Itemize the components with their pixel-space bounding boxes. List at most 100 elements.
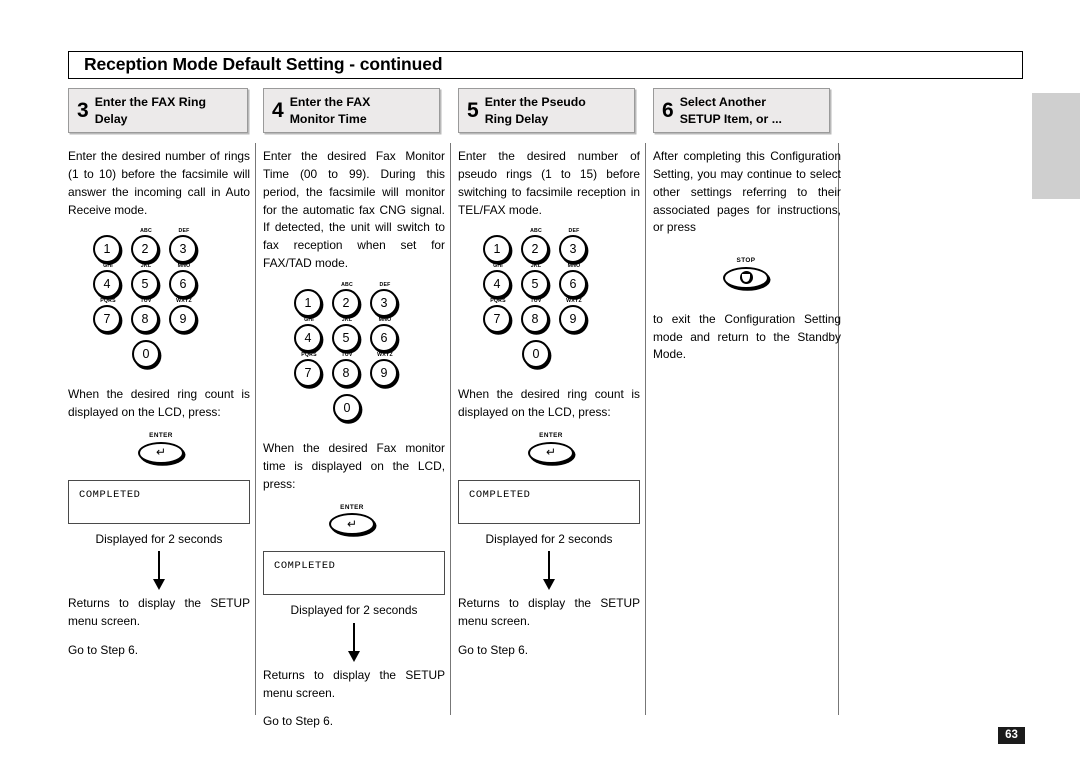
keypad-digit: 6 — [370, 324, 398, 353]
keypad-letters: JKL — [530, 263, 542, 270]
step-number-4: 4 — [272, 98, 284, 122]
step-title-4-line1: Enter the FAX — [289, 95, 371, 110]
step-title-4-line2: Monitor Time — [289, 111, 367, 126]
keypad-key-7[interactable]: PQRS 7 — [92, 299, 124, 334]
keypad-key-8[interactable]: TUV 8 — [130, 299, 162, 334]
keypad-digit: 4 — [93, 270, 121, 299]
keypad-digit: 0 — [333, 394, 361, 423]
enter-button[interactable]: ENTER ↵ — [528, 432, 574, 464]
section-edge-tab — [1032, 93, 1080, 199]
enter-button-label: ENTER — [340, 503, 364, 511]
step-6-column: After completing this Configuration Sett… — [653, 148, 841, 375]
flow-down-arrow-icon — [458, 551, 640, 593]
keypad-key-3[interactable]: DEF 3 — [558, 229, 590, 264]
keypad-digit: 3 — [559, 235, 587, 264]
keypad-digit: 0 — [132, 340, 160, 369]
keypad-letters: DEF — [379, 282, 391, 289]
keypad-key-1[interactable]: 1 — [92, 230, 124, 264]
stop-button-body — [723, 266, 769, 289]
page-title-banner: Reception Mode Default Setting - continu… — [68, 51, 1023, 79]
keypad-digit: 2 — [131, 235, 159, 264]
keypad-key-1[interactable]: 1 — [293, 284, 325, 318]
lcd-text: COMPLETED — [79, 488, 141, 501]
keypad-digit: 4 — [294, 324, 322, 353]
keypad-digit: 4 — [483, 270, 511, 299]
enter-return-arrow-icon: ↵ — [545, 445, 557, 460]
keypad-letters: MNO — [567, 263, 581, 270]
enter-button[interactable]: ENTER ↵ — [329, 503, 375, 535]
step-title-6-line2: SETUP Item, or ... — [679, 111, 782, 126]
step-5-goto-text: Go to Step 6. — [458, 642, 529, 657]
step-6-outro-text: to exit the Configuration Setting mode a… — [653, 311, 841, 362]
keypad-row: 0 — [293, 389, 403, 423]
keypad-key-9[interactable]: WXYZ 9 — [168, 299, 200, 334]
keypad-key-6[interactable]: MNO 6 — [168, 264, 200, 299]
keypad-row: 1 ABC 2 DEF 3 — [482, 228, 592, 264]
keypad-key-6[interactable]: MNO 6 — [558, 263, 590, 299]
flow-down-arrow-icon — [68, 551, 250, 593]
keypad-key-5[interactable]: JKL 5 — [520, 263, 552, 299]
keypad-digit: 5 — [521, 270, 549, 299]
keypad-letters: JKL — [341, 317, 353, 324]
keypad-key-8[interactable]: TUV 8 — [331, 352, 363, 388]
keypad-row: GHI 4 JKL 5 MNO 6 — [92, 263, 202, 299]
enter-button-label: ENTER — [539, 432, 563, 440]
keypad-key-2[interactable]: ABC 2 — [331, 282, 363, 318]
step-5-intro-text: Enter the desired number of pseudo rings… — [458, 149, 640, 217]
step-6-intro-text: After completing this Configuration Sett… — [653, 149, 841, 235]
keypad-letters: PQRS — [301, 352, 317, 359]
keypad-key-2[interactable]: ABC 2 — [130, 229, 162, 264]
enter-button-body: ↵ — [528, 441, 574, 464]
keypad-row: GHI 4 JKL 5 MNO 6 — [482, 263, 592, 299]
keypad-digit: 2 — [332, 289, 360, 318]
lcd-duration-caption: Displayed for 2 seconds — [290, 603, 418, 617]
keypad-letters: PQRS — [490, 298, 506, 305]
step-title-4: Enter the FAX Monitor Time — [290, 94, 371, 126]
keypad-key-0[interactable]: 0 — [332, 389, 364, 423]
keypad-key-5[interactable]: JKL 5 — [130, 263, 162, 299]
step-3-intro-text: Enter the desired number of rings (1 to … — [68, 149, 250, 217]
lcd-display-panel: COMPLETED — [68, 479, 250, 524]
enter-button-label: ENTER — [149, 432, 173, 440]
step-title-6-line1: Select Another — [679, 95, 767, 110]
keypad-key-4[interactable]: GHI 4 — [482, 264, 514, 299]
lcd-text: COMPLETED — [469, 488, 531, 501]
step-3-returns-text: Returns to display the SETUP menu screen… — [68, 596, 250, 629]
keypad-key-0[interactable]: 0 — [521, 335, 553, 369]
lcd-text: COMPLETED — [274, 560, 336, 572]
column-divider-1 — [255, 143, 256, 715]
keypad-key-8[interactable]: TUV 8 — [520, 298, 552, 334]
step-5-press-instruction: When the desired ring count is displayed… — [458, 387, 640, 420]
keypad-key-1[interactable]: 1 — [482, 230, 514, 264]
keypad-key-9[interactable]: WXYZ 9 — [369, 352, 401, 388]
keypad-key-2[interactable]: ABC 2 — [520, 228, 552, 264]
lcd-duration-caption: Displayed for 2 seconds — [95, 531, 223, 546]
keypad-letters: TUV — [530, 298, 542, 305]
keypad-key-3[interactable]: DEF 3 — [168, 229, 200, 264]
keypad-digit: 5 — [332, 324, 360, 353]
keypad-digit: 7 — [483, 305, 511, 334]
keypad-key-9[interactable]: WXYZ 9 — [558, 299, 590, 334]
keypad-key-7[interactable]: PQRS 7 — [293, 352, 325, 388]
enter-return-arrow-icon: ↵ — [155, 445, 167, 460]
keypad-key-0[interactable]: 0 — [131, 335, 163, 369]
stop-button-label: STOP — [736, 257, 756, 265]
keypad-key-7[interactable]: PQRS 7 — [482, 298, 514, 334]
step-4-goto-text: Go to Step 6. — [263, 714, 334, 729]
enter-button[interactable]: ENTER ↵ — [138, 432, 184, 464]
keypad-letters: JKL — [140, 263, 152, 270]
keypad-digit: 2 — [521, 235, 549, 264]
keypad-key-4[interactable]: GHI 4 — [293, 317, 325, 353]
page-title: Reception Mode Default Setting - continu… — [84, 54, 443, 75]
keypad-row: 0 — [92, 335, 202, 369]
keypad-key-5[interactable]: JKL 5 — [331, 317, 363, 353]
step-title-5: Enter the Pseudo Ring Delay — [485, 94, 586, 126]
stop-button[interactable]: STOP — [723, 257, 769, 289]
keypad-letters: ABC — [530, 228, 542, 235]
keypad-key-4[interactable]: GHI 4 — [92, 264, 124, 299]
keypad-row: 0 — [482, 335, 592, 369]
keypad-key-6[interactable]: MNO 6 — [369, 317, 401, 353]
keypad-key-3[interactable]: DEF 3 — [369, 282, 401, 318]
enter-return-arrow-icon: ↵ — [346, 516, 358, 531]
lcd-display-panel: COMPLETED — [263, 551, 445, 595]
